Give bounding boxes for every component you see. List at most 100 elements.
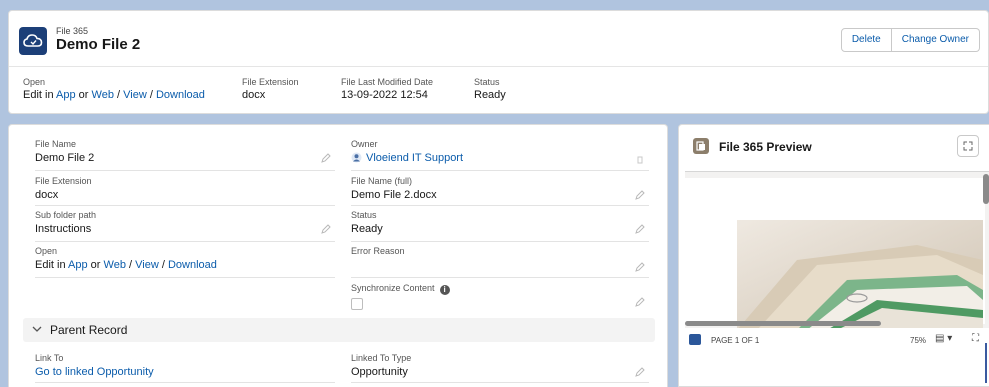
word-document-icon xyxy=(689,334,701,345)
edit-pencil-icon[interactable] xyxy=(635,262,645,272)
linked-type-value: Opportunity xyxy=(351,366,408,378)
open-app-link[interactable]: App xyxy=(68,259,88,271)
highlight-last-modified-value: 13-09-2022 12:54 xyxy=(341,89,428,101)
edit-pencil-icon[interactable] xyxy=(635,190,645,200)
parent-record-section-header[interactable]: Parent Record xyxy=(23,318,655,342)
page-indicator: PAGE 1 OF 1 xyxy=(711,336,760,345)
field-open: Open Edit in App or Web / View / Downloa… xyxy=(35,246,335,278)
parent-record-title: Parent Record xyxy=(50,323,128,337)
preview-card: File 365 Preview PAGE 1 OF 1 75% ▤ ▾ ⛶ xyxy=(678,124,989,387)
file-extension-label: File Extension xyxy=(35,176,92,186)
field-synchronize-content: Synchronize Content i xyxy=(351,283,649,315)
open-app-link[interactable]: App xyxy=(56,89,76,101)
zoom-level[interactable]: 75% xyxy=(910,336,926,345)
change-owner-button[interactable]: Change Owner xyxy=(891,28,980,52)
field-link-to: Link To Go to linked Opportunity xyxy=(35,353,335,383)
linked-type-label: Linked To Type xyxy=(351,353,412,363)
user-avatar-icon xyxy=(351,152,362,163)
preview-file-icon xyxy=(693,138,709,154)
sub-folder-value: Instructions xyxy=(35,223,92,235)
highlight-status-value: Ready xyxy=(474,89,506,101)
view-link[interactable]: View xyxy=(123,89,147,101)
status-value: Ready xyxy=(351,223,383,235)
horizontal-scrollbar[interactable] xyxy=(685,321,881,326)
fit-to-window-icon[interactable]: ⛶ xyxy=(972,333,979,344)
chevron-down-icon xyxy=(32,326,42,332)
open-web-link[interactable]: Web xyxy=(104,259,126,271)
preview-title: File 365 Preview xyxy=(719,140,812,154)
separator: / xyxy=(129,259,133,271)
object-type-label: File 365 xyxy=(56,26,89,36)
linked-opportunity-link[interactable]: Go to linked Opportunity xyxy=(35,366,154,378)
record-title: Demo File 2 xyxy=(56,36,141,53)
download-link[interactable]: Download xyxy=(168,259,217,271)
highlight-last-modified: File Last Modified Date 13-09-2022 12:54 xyxy=(341,77,433,101)
file-name-label: File Name xyxy=(35,139,77,149)
link-to-value: Go to linked Opportunity xyxy=(35,366,154,378)
owner-link[interactable]: Vloeiend IT Support xyxy=(366,152,463,164)
or-text: or xyxy=(78,89,89,101)
separator: / xyxy=(149,89,153,101)
link-to-label: Link To xyxy=(35,353,64,363)
highlight-open-value: Edit in App or Web / View / Download xyxy=(23,89,205,101)
expand-icon xyxy=(963,141,973,151)
vertical-scrollbar[interactable] xyxy=(983,174,989,204)
folders-photo xyxy=(737,220,983,328)
document-page xyxy=(685,178,985,328)
or-text: or xyxy=(90,259,101,271)
text-cursor xyxy=(985,343,987,383)
edit-pencil-icon[interactable] xyxy=(321,153,331,163)
highlight-file-extension-label: File Extension xyxy=(242,77,299,87)
view-mode-icon[interactable]: ▤ ▾ xyxy=(935,333,952,344)
field-file-name-full: File Name (full) Demo File 2.docx xyxy=(351,176,649,206)
file-name-value: Demo File 2 xyxy=(35,152,95,164)
expand-preview-button[interactable] xyxy=(957,135,979,157)
edit-in-text: Edit in xyxy=(23,89,54,101)
file-name-full-label: File Name (full) xyxy=(351,176,413,186)
edit-pencil-icon[interactable] xyxy=(635,224,645,234)
highlight-file-extension: File Extension docx xyxy=(242,77,299,101)
file-extension-value: docx xyxy=(35,189,59,201)
highlight-open: Open Edit in App or Web / View / Downloa… xyxy=(23,77,205,101)
edit-in-text: Edit in xyxy=(35,259,66,271)
highlight-open-label: Open xyxy=(23,77,46,87)
field-file-extension: File Extension docx xyxy=(35,176,335,206)
details-card: File Name Demo File 2 File Extension doc… xyxy=(8,124,668,387)
field-linked-to-type: Linked To Type Opportunity xyxy=(351,353,649,383)
error-reason-label: Error Reason xyxy=(351,246,405,256)
highlight-status-label: Status xyxy=(474,77,500,87)
open-label: Open xyxy=(35,246,58,256)
highlight-file-extension-value: docx xyxy=(242,89,266,101)
file-name-full-value: Demo File 2.docx xyxy=(351,189,437,201)
field-status: Status Ready xyxy=(351,210,649,242)
field-sub-folder-path: Sub folder path Instructions xyxy=(35,210,335,242)
view-link[interactable]: View xyxy=(135,259,159,271)
owner-label: Owner xyxy=(351,139,378,149)
record-header: File 365 Demo File 2 Delete Change Owner… xyxy=(8,10,989,114)
sub-folder-label: Sub folder path xyxy=(35,210,97,220)
owner-value: Vloeiend IT Support xyxy=(351,152,463,164)
sync-content-label: Synchronize Content i xyxy=(351,283,450,295)
open-web-link[interactable]: Web xyxy=(92,89,114,101)
delete-button[interactable]: Delete xyxy=(840,28,892,52)
separator: / xyxy=(161,259,165,271)
field-error-reason: Error Reason xyxy=(351,246,649,278)
edit-pencil-icon[interactable] xyxy=(321,224,331,234)
field-file-name: File Name Demo File 2 xyxy=(35,139,335,171)
download-link[interactable]: Download xyxy=(156,89,205,101)
header-top: File 365 Demo File 2 Delete Change Owner xyxy=(9,11,988,67)
header-actions: Delete Change Owner xyxy=(840,28,980,52)
file365-object-icon xyxy=(19,27,47,55)
edit-pencil-icon[interactable] xyxy=(635,367,645,377)
change-owner-icon[interactable] xyxy=(635,155,645,165)
sync-content-checkbox[interactable] xyxy=(351,298,363,310)
status-label: Status xyxy=(351,210,377,220)
separator: / xyxy=(117,89,121,101)
edit-pencil-icon[interactable] xyxy=(635,297,645,307)
open-value: Edit in App or Web / View / Download xyxy=(35,259,217,271)
info-icon[interactable]: i xyxy=(439,285,450,295)
document-viewer[interactable] xyxy=(685,171,989,328)
highlight-last-modified-label: File Last Modified Date xyxy=(341,77,434,87)
field-owner: Owner Vloeiend IT Support xyxy=(351,139,649,171)
viewer-status-bar: PAGE 1 OF 1 75% ▤ ▾ ⛶ xyxy=(685,330,989,352)
